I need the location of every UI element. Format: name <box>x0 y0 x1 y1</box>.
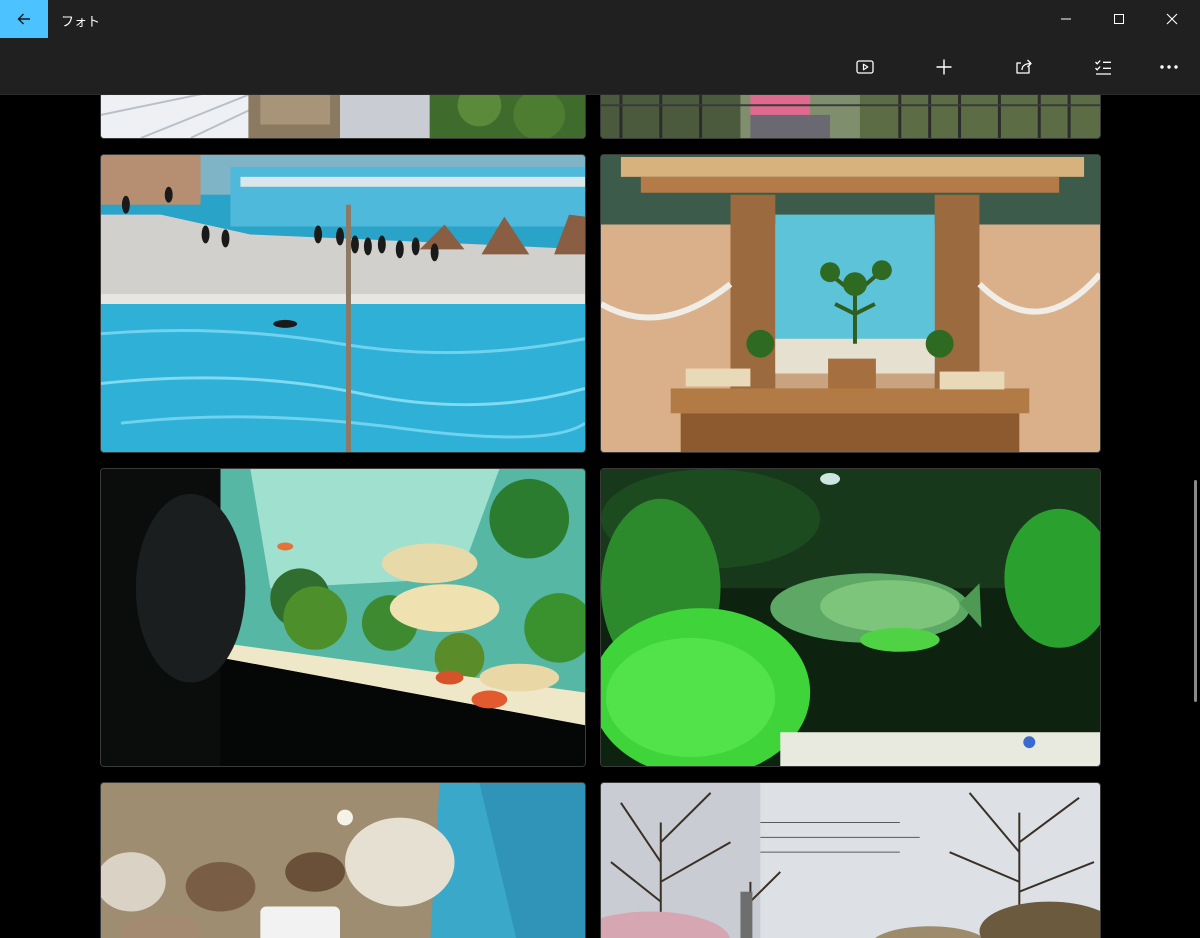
photo-aquarium-shrine[interactable] <box>600 154 1101 453</box>
photo-penguin-pool[interactable] <box>100 154 586 453</box>
arrow-left-icon <box>17 13 30 25</box>
photo-building-top[interactable] <box>100 95 586 139</box>
share-icon <box>1016 59 1032 74</box>
select-button[interactable] <box>1083 47 1123 87</box>
share-button[interactable] <box>1004 47 1044 87</box>
plus-icon <box>936 59 952 75</box>
photo-rocks-tank[interactable] <box>100 782 586 938</box>
app-title: フォト <box>61 15 101 30</box>
photo-fish-tank[interactable] <box>100 468 586 767</box>
checklist-icon <box>1095 60 1111 75</box>
minimize-icon <box>1061 18 1071 20</box>
title-bar: フォト <box>0 0 1200 38</box>
maximize-button[interactable] <box>1092 0 1146 38</box>
back-button[interactable] <box>0 0 48 38</box>
more-icon <box>1160 65 1178 69</box>
vertical-scrollbar[interactable] <box>1194 480 1197 702</box>
minimize-button[interactable] <box>1039 0 1093 38</box>
slideshow-icon <box>856 60 874 74</box>
photo-trees-sky[interactable] <box>600 782 1101 938</box>
add-button[interactable] <box>924 47 964 87</box>
maximize-icon <box>1114 14 1124 24</box>
close-icon <box>1166 13 1178 25</box>
photo-railing-top[interactable] <box>600 95 1101 139</box>
photo-gallery <box>0 95 1200 938</box>
slideshow-button[interactable] <box>845 47 885 87</box>
close-button[interactable] <box>1145 0 1199 38</box>
toolbar <box>0 38 1200 95</box>
more-button[interactable] <box>1149 47 1189 87</box>
photo-green-coral-fish[interactable] <box>600 468 1101 767</box>
